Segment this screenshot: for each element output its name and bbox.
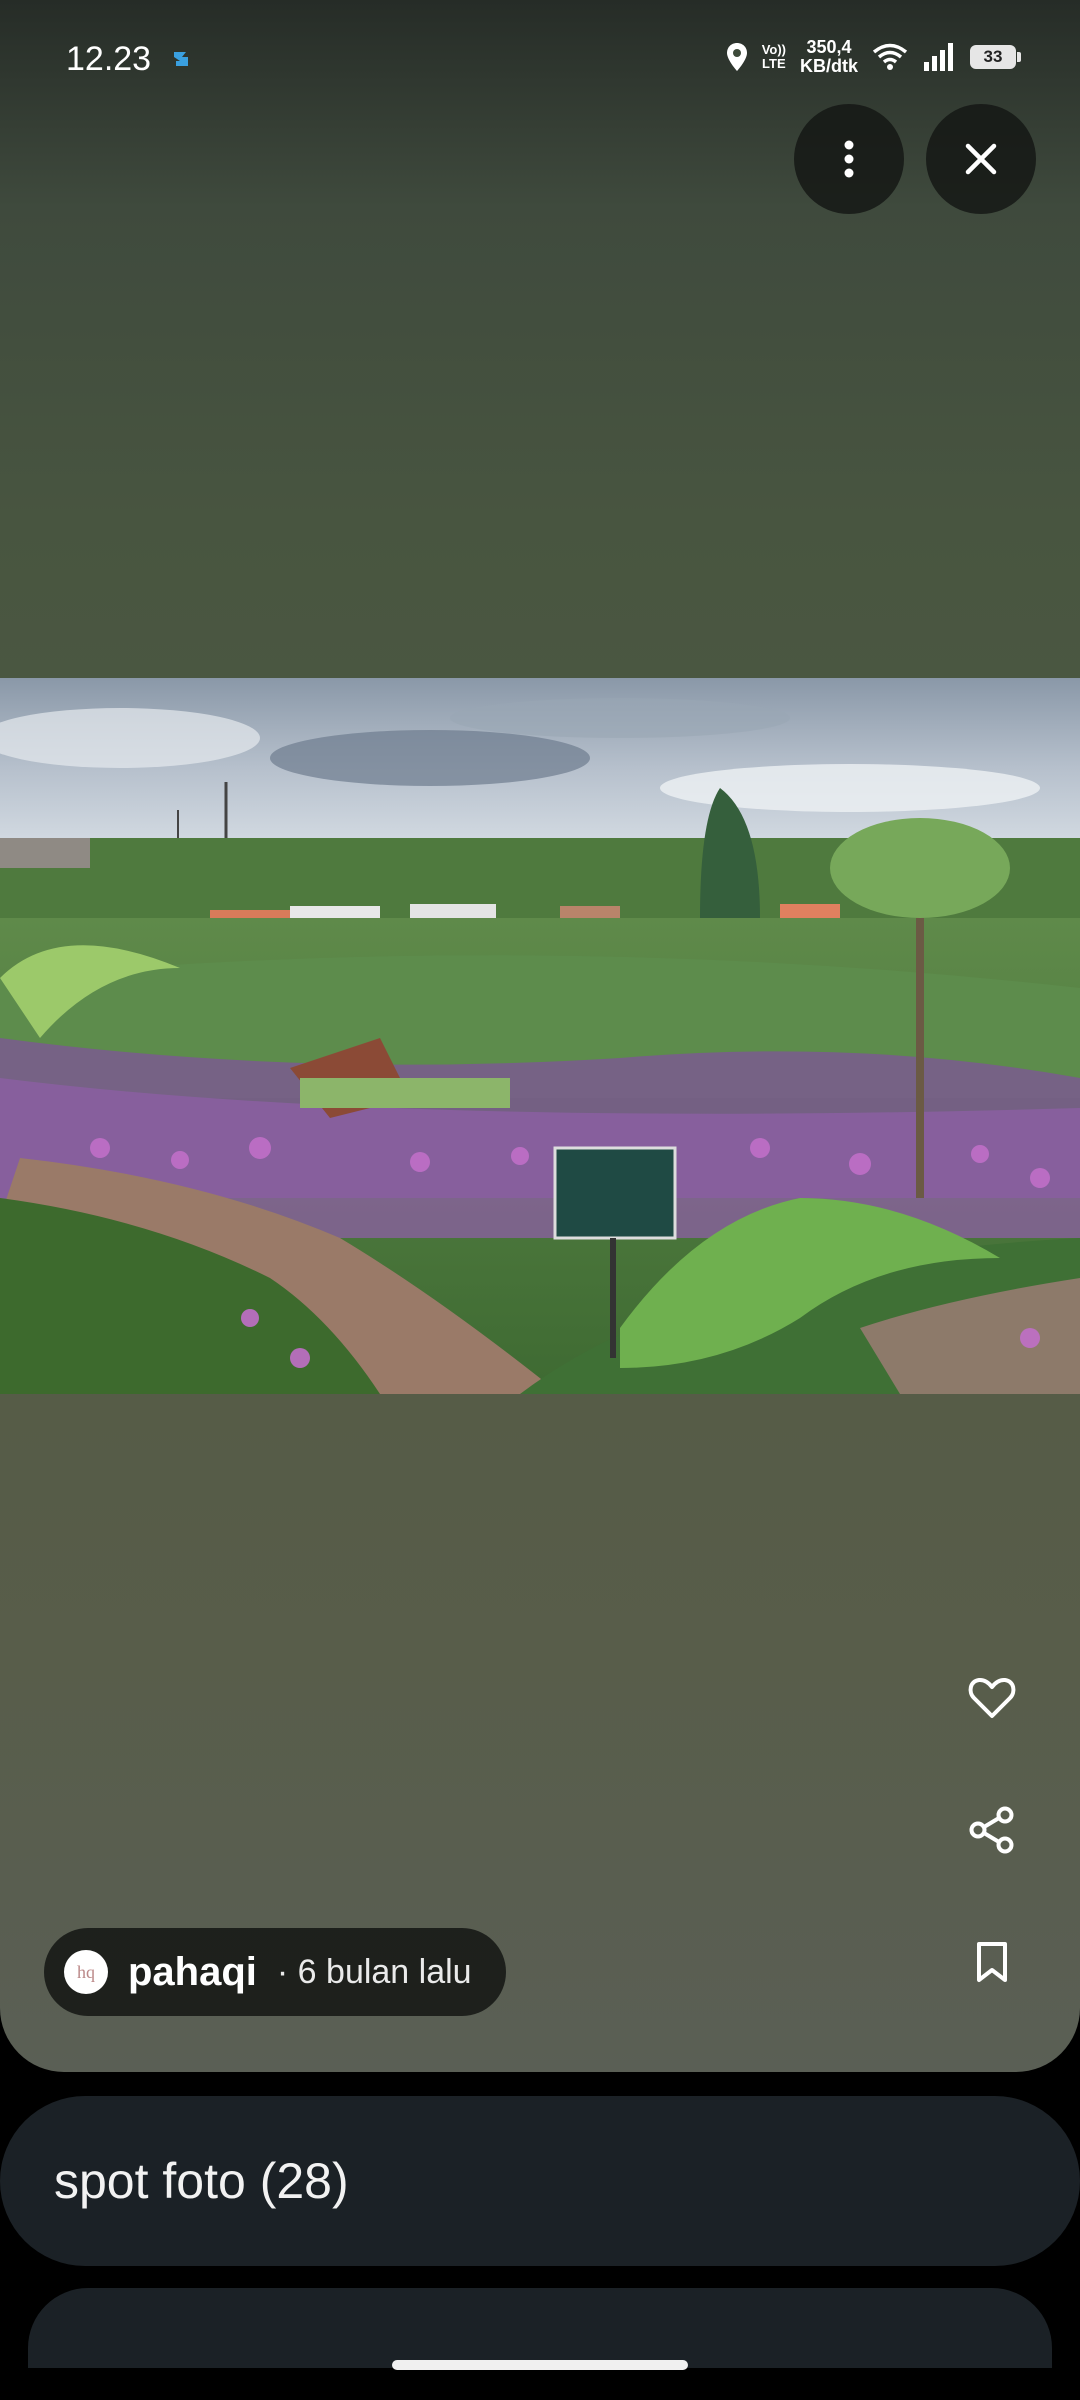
author-name[interactable]: pahaqi: [128, 1950, 257, 1995]
close-icon: [965, 143, 997, 175]
status-indicators: Vo)) LTE 350,4 KB/dtk 33: [726, 37, 1021, 76]
signal-icon: [924, 43, 953, 71]
more-vertical-icon: [844, 140, 854, 178]
app-notification-icon: [174, 52, 188, 66]
post-time: · 6 bulan lalu: [276, 1952, 472, 1991]
like-button[interactable]: [958, 1664, 1026, 1732]
location-pin-icon: [726, 43, 747, 71]
author-chip[interactable]: hq pahaqi · 6 bulan lalu: [44, 1928, 506, 2016]
garden-photo[interactable]: [0, 678, 1080, 1394]
garden-photo-illustration: [0, 678, 1080, 1394]
album-card[interactable]: spot foto (28): [0, 2096, 1080, 2266]
next-card[interactable]: [28, 2288, 1052, 2368]
home-indicator[interactable]: [392, 2360, 688, 2370]
battery-indicator: 33: [970, 45, 1021, 69]
avatar[interactable]: hq: [64, 1950, 108, 1994]
album-title: spot foto (28): [54, 2153, 349, 2209]
bookmark-icon: [977, 1942, 1007, 1982]
status-time: 12.23: [66, 40, 152, 78]
save-button[interactable]: [958, 1928, 1026, 1996]
close-button[interactable]: [926, 104, 1036, 214]
photo-viewer: 12.23 Vo)) LTE 350,4 KB/dtk 33 hq pahaqi…: [0, 0, 1080, 2072]
status-bar: 12.23 Vo)) LTE 350,4 KB/dtk 33: [0, 0, 1080, 120]
volte-indicator: Vo)) LTE: [761, 42, 786, 71]
share-icon: [969, 1806, 1014, 1854]
more-options-button[interactable]: [794, 104, 904, 214]
share-button[interactable]: [958, 1796, 1026, 1864]
network-speed: 350,4 KB/dtk: [800, 37, 858, 76]
wifi-icon: [872, 43, 908, 70]
heart-icon: [968, 1677, 1016, 1718]
